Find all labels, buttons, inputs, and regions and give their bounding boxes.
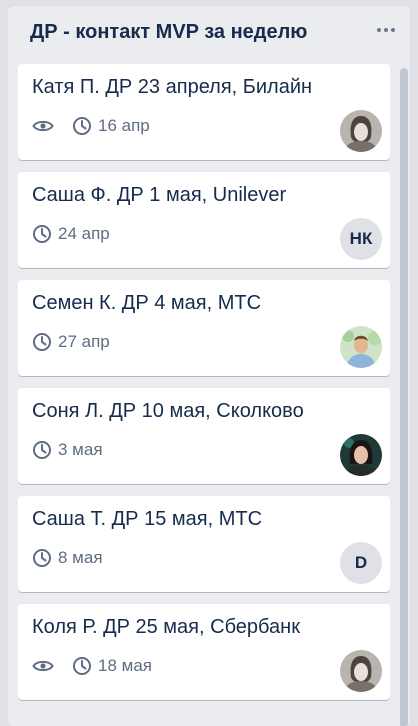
scrollbar[interactable]: [400, 68, 408, 726]
card-badges: 16 апр: [32, 114, 150, 138]
card[interactable]: Катя П. ДР 23 апреля, Билайн 16 апр: [18, 64, 390, 160]
card-badges: 24 апр: [32, 222, 110, 246]
member-avatar[interactable]: [340, 110, 382, 152]
due-date-text: 18 мая: [98, 656, 152, 675]
member-avatar[interactable]: [340, 434, 382, 476]
eye-icon: [32, 120, 54, 132]
clock-icon: [33, 549, 51, 567]
card-title: Саша Т. ДР 15 мая, МТС: [32, 508, 263, 530]
due-date-text: 8 мая: [58, 548, 103, 567]
due-date-badge[interactable]: 27 апр: [32, 332, 110, 352]
card-title: Семен К. ДР 4 мая, МТС: [32, 292, 262, 314]
due-date-badge[interactable]: 24 апр: [32, 224, 110, 244]
card-badges: 27 апр: [32, 330, 110, 354]
list-menu-button[interactable]: [372, 18, 400, 42]
eye-icon: [32, 660, 54, 672]
card-title: Коля Р. ДР 25 мая, Сбербанк: [32, 616, 300, 638]
card-badges: 18 мая: [32, 654, 152, 678]
member-avatar[interactable]: НК: [340, 218, 382, 260]
ellipsis-icon: [377, 28, 381, 32]
ellipsis-icon: [391, 28, 395, 32]
watch-badge: [32, 118, 54, 134]
card-title: Катя П. ДР 23 апреля, Билайн: [32, 76, 313, 98]
member-avatar[interactable]: [340, 326, 382, 368]
list-column: ДР - контакт MVP за неделю Катя П. ДР 23…: [8, 6, 410, 726]
due-date-text: 16 апр: [98, 116, 150, 135]
member-avatar[interactable]: D: [340, 542, 382, 584]
clock-icon: [33, 225, 51, 243]
clock-icon: [73, 657, 91, 675]
member-avatar[interactable]: [340, 650, 382, 692]
card-badges: 3 мая: [32, 438, 103, 462]
card[interactable]: Семен К. ДР 4 мая, МТС 27 апр: [18, 280, 390, 376]
watch-badge: [32, 658, 54, 674]
avatar-photo: [340, 650, 382, 692]
clock-icon: [33, 333, 51, 351]
due-date-text: 24 апр: [58, 224, 110, 243]
card-badges: 8 мая: [32, 546, 103, 570]
due-date-badge[interactable]: 18 мая: [72, 656, 152, 676]
card[interactable]: Коля Р. ДР 25 мая, Сбербанк 18 мая: [18, 604, 390, 700]
due-date-badge[interactable]: 8 мая: [32, 548, 103, 568]
due-date-text: 3 мая: [58, 440, 103, 459]
avatar-photo: [340, 326, 382, 368]
list-title[interactable]: ДР - контакт MVP за неделю: [30, 21, 307, 44]
card-title: Соня Л. ДР 10 мая, Сколково: [32, 400, 304, 422]
due-date-badge[interactable]: 16 апр: [72, 116, 150, 136]
avatar-photo: [340, 110, 382, 152]
ellipsis-icon: [384, 28, 388, 32]
avatar-photo: [340, 434, 382, 476]
card[interactable]: Саша Т. ДР 15 мая, МТС 8 мая D: [18, 496, 390, 592]
clock-icon: [73, 117, 91, 135]
list-header: ДР - контакт MVP за неделю: [8, 6, 410, 60]
card[interactable]: Саша Ф. ДР 1 мая, Unilever 24 апр НК: [18, 172, 390, 268]
due-date-badge[interactable]: 3 мая: [32, 440, 103, 460]
card[interactable]: Соня Л. ДР 10 мая, Сколково 3 мая: [18, 388, 390, 484]
card-title: Саша Ф. ДР 1 мая, Unilever: [32, 184, 287, 206]
clock-icon: [33, 441, 51, 459]
due-date-text: 27 апр: [58, 332, 110, 351]
